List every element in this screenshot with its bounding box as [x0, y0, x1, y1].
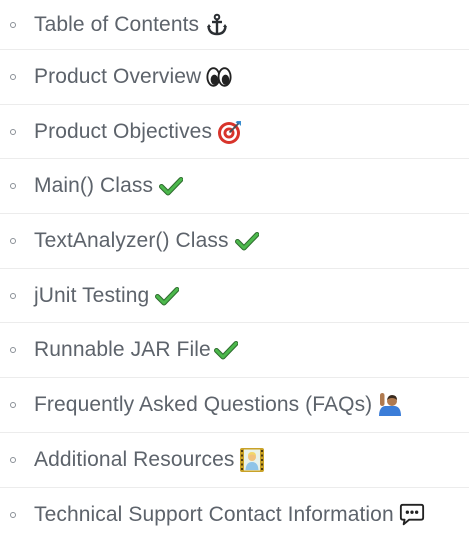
bullet-icon — [10, 457, 16, 463]
check-mark-icon — [158, 173, 184, 199]
toc-item-label: Table of Contents — [34, 13, 199, 37]
toc-item-runnable-jar-file[interactable]: Runnable JAR File — [0, 323, 469, 378]
toc-item-label: Runnable JAR File — [34, 338, 211, 362]
toc-item-junit-testing[interactable]: jUnit Testing — [0, 269, 469, 324]
bullet-icon — [10, 347, 16, 353]
toc-item-table-of-contents[interactable]: Table of Contents — [0, 0, 469, 50]
toc-item-textanalyzer-class[interactable]: TextAnalyzer() Class — [0, 214, 469, 269]
toc-item-additional-resources[interactable]: Additional Resources — [0, 433, 469, 488]
bullet-icon — [10, 129, 16, 135]
bullet-icon — [10, 402, 16, 408]
toc-item-label: jUnit Testing — [34, 284, 149, 308]
toc-item-label: Product Overview — [34, 65, 201, 89]
toc-item-faqs[interactable]: Frequently Asked Questions (FAQs) — [0, 378, 469, 433]
toc-item-label: Main() Class — [34, 174, 153, 198]
check-mark-icon — [154, 283, 180, 309]
toc-item-product-objectives[interactable]: Product Objectives — [0, 105, 469, 160]
film-frame-icon — [239, 447, 265, 473]
toc-item-label: Technical Support Contact Information — [34, 503, 394, 527]
person-raising-hand-icon — [377, 392, 403, 418]
check-mark-icon — [213, 337, 239, 363]
bullet-icon — [10, 22, 16, 28]
bullet-icon — [10, 293, 16, 299]
bullet-icon — [10, 238, 16, 244]
bullet-icon — [10, 183, 16, 189]
target-icon — [217, 119, 243, 145]
toc-item-technical-support[interactable]: Technical Support Contact Information — [0, 488, 469, 542]
toc-item-label: Product Objectives — [34, 120, 212, 144]
toc-item-main-class[interactable]: Main() Class — [0, 159, 469, 214]
anchor-icon — [204, 12, 230, 38]
speech-bubble-icon — [399, 502, 425, 528]
toc-item-label: Frequently Asked Questions (FAQs) — [34, 393, 372, 417]
bullet-icon — [10, 512, 16, 518]
table-of-contents-list: Table of Contents Product Overview — [0, 0, 469, 542]
toc-item-label: Additional Resources — [34, 448, 234, 472]
toc-item-product-overview[interactable]: Product Overview — [0, 50, 469, 105]
check-mark-icon — [234, 228, 260, 254]
bullet-icon — [10, 74, 16, 80]
eyes-icon — [206, 64, 232, 90]
toc-item-label: TextAnalyzer() Class — [34, 229, 229, 253]
